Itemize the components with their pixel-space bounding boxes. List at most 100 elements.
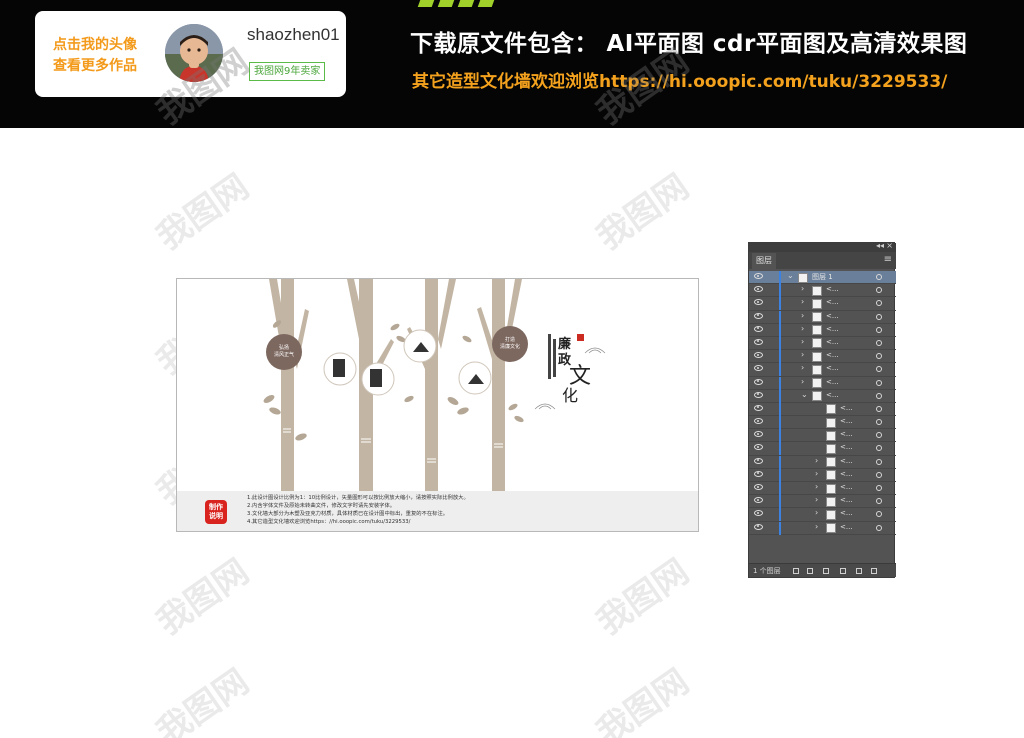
layer-name[interactable]: <... bbox=[840, 443, 853, 451]
layer-row[interactable]: ⌄ <... bbox=[749, 389, 896, 403]
visibility-eye-icon[interactable] bbox=[754, 312, 763, 319]
expand-arrow-icon[interactable]: › bbox=[815, 508, 818, 517]
expand-arrow-icon[interactable]: › bbox=[801, 350, 804, 359]
layer-name[interactable]: <... bbox=[826, 378, 839, 386]
target-circle-icon[interactable] bbox=[876, 287, 882, 294]
layer-name[interactable]: <... bbox=[826, 298, 839, 306]
trash-icon[interactable] bbox=[871, 568, 877, 574]
expand-arrow-icon[interactable]: › bbox=[801, 284, 804, 293]
visibility-eye-icon[interactable] bbox=[754, 378, 763, 385]
target-circle-icon[interactable] bbox=[876, 313, 882, 320]
expand-arrow-icon[interactable]: › bbox=[815, 482, 818, 491]
target-circle-icon[interactable] bbox=[876, 353, 882, 360]
avatar[interactable] bbox=[165, 24, 223, 82]
layer-name[interactable]: <... bbox=[826, 351, 839, 359]
target-circle-icon[interactable] bbox=[876, 485, 882, 491]
visibility-eye-icon[interactable] bbox=[754, 299, 763, 306]
target-circle-icon[interactable] bbox=[876, 379, 882, 386]
layer-row[interactable]: › <... bbox=[749, 455, 896, 469]
panel-menu-icon[interactable]: ≡ bbox=[884, 254, 892, 265]
collapse-arrow-icon[interactable]: ⌄ bbox=[787, 271, 794, 280]
layer-name[interactable]: 图层 1 bbox=[812, 272, 833, 282]
close-icon[interactable]: × bbox=[886, 241, 893, 250]
expand-arrow-icon[interactable]: › bbox=[815, 469, 818, 478]
visibility-eye-icon[interactable] bbox=[754, 325, 763, 332]
visibility-eye-icon[interactable] bbox=[754, 444, 763, 451]
visibility-eye-icon[interactable] bbox=[754, 391, 763, 398]
expand-arrow-icon[interactable]: › bbox=[801, 377, 804, 386]
profile-card[interactable]: 点击我的头像 查看更多作品 shaozhen01 我图网9年卖家 bbox=[35, 11, 346, 97]
target-circle-icon[interactable] bbox=[876, 445, 882, 452]
layer-row[interactable]: › <... bbox=[749, 323, 896, 337]
target-circle-icon[interactable] bbox=[876, 498, 882, 505]
visibility-eye-icon[interactable] bbox=[754, 404, 763, 411]
target-circle-icon[interactable] bbox=[876, 274, 882, 280]
username[interactable]: shaozhen01 bbox=[247, 25, 340, 45]
layer-row[interactable]: › <... bbox=[749, 350, 896, 364]
layer-name[interactable]: <... bbox=[840, 430, 853, 438]
target-circle-icon[interactable] bbox=[876, 458, 882, 465]
layer-row[interactable]: › <... bbox=[749, 310, 896, 324]
layer-name[interactable]: <... bbox=[826, 285, 839, 293]
visibility-eye-icon[interactable] bbox=[754, 497, 763, 504]
expand-arrow-icon[interactable]: › bbox=[815, 522, 818, 531]
export-icon[interactable] bbox=[793, 568, 799, 574]
new-layer-icon[interactable] bbox=[856, 568, 862, 574]
collapse-icon[interactable]: ◂◂ bbox=[876, 241, 884, 250]
layer-row[interactable]: › <... bbox=[749, 376, 896, 390]
layer-name[interactable]: <... bbox=[826, 391, 839, 399]
target-circle-icon[interactable] bbox=[876, 419, 882, 426]
collapse-arrow-icon[interactable]: ⌄ bbox=[801, 390, 808, 399]
layer-name[interactable]: <... bbox=[840, 417, 853, 425]
visibility-eye-icon[interactable] bbox=[754, 457, 763, 464]
layer-name[interactable]: <... bbox=[840, 509, 853, 517]
layer-name[interactable]: <... bbox=[826, 312, 839, 320]
target-circle-icon[interactable] bbox=[876, 392, 882, 399]
layer-row[interactable]: › <... bbox=[749, 297, 896, 311]
search-icon[interactable] bbox=[807, 568, 813, 574]
layer-name[interactable]: <... bbox=[826, 325, 839, 333]
target-circle-icon[interactable] bbox=[876, 524, 882, 531]
layer-row[interactable]: › <... bbox=[749, 508, 896, 522]
target-circle-icon[interactable] bbox=[876, 339, 882, 346]
target-circle-icon[interactable] bbox=[876, 511, 882, 518]
visibility-eye-icon[interactable] bbox=[754, 431, 763, 438]
target-circle-icon[interactable] bbox=[876, 366, 882, 373]
layers-panel[interactable]: ◂◂ × 图层 ≡ ⌄ 图层 1 › <... › <... › <... › <...… bbox=[748, 241, 896, 578]
tab-layers[interactable]: 图层 bbox=[752, 253, 776, 269]
expand-arrow-icon[interactable]: › bbox=[801, 311, 804, 320]
expand-arrow-icon[interactable]: › bbox=[801, 337, 804, 346]
visibility-eye-icon[interactable] bbox=[754, 273, 763, 279]
layer-row[interactable]: › <... bbox=[749, 495, 896, 509]
layer-name[interactable]: <... bbox=[840, 470, 853, 478]
layer-name[interactable]: <... bbox=[840, 523, 853, 531]
visibility-eye-icon[interactable] bbox=[754, 365, 763, 372]
clipping-mask-icon[interactable] bbox=[823, 568, 829, 574]
layer-row[interactable]: › <... bbox=[749, 336, 896, 351]
layer-row[interactable]: <... bbox=[749, 442, 896, 456]
target-circle-icon[interactable] bbox=[876, 405, 882, 412]
expand-arrow-icon[interactable]: › bbox=[801, 363, 804, 372]
layer-row[interactable]: › <... bbox=[749, 482, 896, 496]
layer-row[interactable]: › <... bbox=[749, 363, 896, 377]
layer-name[interactable]: <... bbox=[840, 457, 853, 465]
layer-name[interactable]: <... bbox=[840, 404, 853, 412]
expand-arrow-icon[interactable]: › bbox=[815, 495, 818, 504]
target-circle-icon[interactable] bbox=[876, 326, 882, 333]
layer-row[interactable]: <... bbox=[749, 402, 896, 417]
new-sublayer-icon[interactable] bbox=[840, 568, 846, 574]
profile-cta[interactable]: 点击我的头像 查看更多作品 bbox=[53, 35, 137, 77]
layer-name[interactable]: <... bbox=[826, 338, 839, 346]
visibility-eye-icon[interactable] bbox=[754, 510, 763, 517]
layer-row[interactable]: › <... bbox=[749, 468, 896, 482]
layer-name[interactable]: <... bbox=[840, 483, 853, 491]
visibility-eye-icon[interactable] bbox=[754, 418, 763, 425]
layer-row[interactable]: › <... bbox=[749, 521, 896, 535]
expand-arrow-icon[interactable]: › bbox=[801, 324, 804, 333]
visibility-eye-icon[interactable] bbox=[754, 352, 763, 359]
visibility-eye-icon[interactable] bbox=[754, 338, 763, 345]
target-circle-icon[interactable] bbox=[876, 471, 882, 478]
layer-row[interactable]: <... bbox=[749, 416, 896, 430]
expand-arrow-icon[interactable]: › bbox=[815, 456, 818, 465]
target-circle-icon[interactable] bbox=[876, 432, 882, 439]
